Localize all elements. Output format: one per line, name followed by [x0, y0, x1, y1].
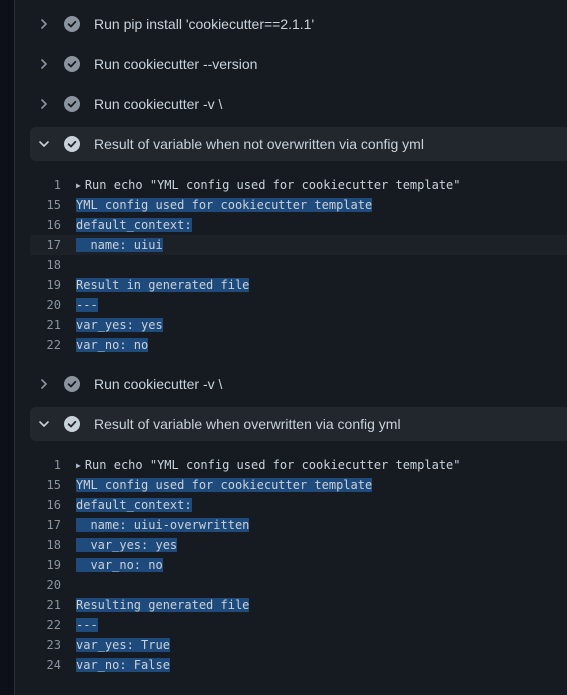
log-line[interactable]: 23 var_yes: True: [30, 635, 567, 655]
log-text: Run echo "YML config used for cookiecutt…: [84, 458, 461, 472]
step-pip-install[interactable]: Run pip install 'cookiecutter==2.1.1': [30, 7, 567, 41]
chevron-right-icon[interactable]: [36, 56, 52, 72]
log-line[interactable]: 19 Result in generated file: [30, 275, 567, 295]
log-line[interactable]: 17 name: uiui-overwritten: [30, 515, 567, 535]
log-line[interactable]: 20: [30, 575, 567, 595]
step-result-overwritten[interactable]: Result of variable when overwritten via …: [30, 407, 567, 441]
step-result-not-overwritten[interactable]: Result of variable when not overwritten …: [30, 127, 567, 161]
log-text: var_yes: yes: [76, 318, 163, 332]
log-line[interactable]: 21 Resulting generated file: [30, 595, 567, 615]
step-label: Run pip install 'cookiecutter==2.1.1': [94, 16, 315, 32]
line-number[interactable]: 1: [30, 458, 76, 472]
log-line[interactable]: 16 default_context:: [30, 215, 567, 235]
log-text: ---: [76, 618, 98, 632]
log-text: ---: [76, 298, 98, 312]
caret-right-icon[interactable]: ▶: [76, 461, 81, 470]
chevron-right-icon[interactable]: [36, 376, 52, 392]
line-number[interactable]: 15: [30, 478, 76, 492]
check-circle-icon: [64, 416, 80, 432]
step-cookiecutter-run-2[interactable]: Run cookiecutter -v \: [30, 367, 567, 401]
log-line[interactable]: 16 default_context:: [30, 495, 567, 515]
log-line[interactable]: 18: [30, 255, 567, 275]
line-number[interactable]: 15: [30, 198, 76, 212]
log-line[interactable]: 22 var_no: no: [30, 335, 567, 355]
line-number[interactable]: 21: [30, 598, 76, 612]
log-text: default_context:: [76, 498, 192, 512]
log-line[interactable]: 1 ▶ Run echo "YML config used for cookie…: [30, 455, 567, 475]
chevron-right-icon[interactable]: [36, 96, 52, 112]
log-text: name: uiui: [76, 238, 163, 252]
line-number[interactable]: 20: [30, 578, 76, 592]
chevron-down-icon[interactable]: [36, 136, 52, 152]
line-number[interactable]: 18: [30, 258, 76, 272]
line-number[interactable]: 17: [30, 518, 76, 532]
log-line[interactable]: 17 name: uiui: [30, 235, 567, 255]
log-text: default_context:: [76, 218, 192, 232]
step-label: Result of variable when overwritten via …: [94, 416, 401, 432]
step-label: Run cookiecutter -v \: [94, 376, 223, 392]
panel-divider: [14, 0, 15, 695]
line-number[interactable]: 22: [30, 618, 76, 632]
log-line[interactable]: 19 var_no: no: [30, 555, 567, 575]
log-text: Run echo "YML config used for cookiecutt…: [84, 178, 461, 192]
chevron-right-icon[interactable]: [36, 16, 52, 32]
check-circle-icon: [64, 376, 80, 392]
log-line[interactable]: 21 var_yes: yes: [30, 315, 567, 335]
step-cookiecutter-version[interactable]: Run cookiecutter --version: [30, 47, 567, 81]
line-number[interactable]: 21: [30, 318, 76, 332]
line-number[interactable]: 23: [30, 638, 76, 652]
log-text: var_yes: True: [76, 638, 170, 652]
log-text: Result in generated file: [76, 278, 250, 292]
log-line[interactable]: 1 ▶ Run echo "YML config used for cookie…: [30, 175, 567, 195]
step-label: Result of variable when not overwritten …: [94, 136, 424, 152]
log-line[interactable]: 15 YML config used for cookiecutter temp…: [30, 475, 567, 495]
log-line[interactable]: 20 ---: [30, 295, 567, 315]
log-line[interactable]: 18 var_yes: yes: [30, 535, 567, 555]
check-circle-icon: [64, 56, 80, 72]
step-log-not-overwritten: 1 ▶ Run echo "YML config used for cookie…: [30, 175, 567, 355]
line-number[interactable]: 20: [30, 298, 76, 312]
job-steps-panel: Run pip install 'cookiecutter==2.1.1' Ru…: [14, 0, 567, 695]
chevron-down-icon[interactable]: [36, 416, 52, 432]
line-number[interactable]: 24: [30, 658, 76, 672]
step-log-overwritten: 1 ▶ Run echo "YML config used for cookie…: [30, 455, 567, 675]
log-text: var_yes: yes: [76, 538, 178, 552]
line-number[interactable]: 1: [30, 178, 76, 192]
log-line[interactable]: 15 YML config used for cookiecutter temp…: [30, 195, 567, 215]
log-text: var_no: no: [76, 558, 163, 572]
check-circle-icon: [64, 136, 80, 152]
step-label: Run cookiecutter -v \: [94, 96, 223, 112]
log-text: name: uiui-overwritten: [76, 518, 250, 532]
log-line[interactable]: 24 var_no: False: [30, 655, 567, 675]
check-circle-icon: [64, 16, 80, 32]
check-circle-icon: [64, 96, 80, 112]
line-number[interactable]: 19: [30, 558, 76, 572]
line-number[interactable]: 17: [30, 238, 76, 252]
log-text: Resulting generated file: [76, 598, 250, 612]
log-line[interactable]: 22 ---: [30, 615, 567, 635]
caret-right-icon[interactable]: ▶: [76, 181, 81, 190]
line-number[interactable]: 19: [30, 278, 76, 292]
line-number[interactable]: 16: [30, 498, 76, 512]
log-text: var_no: no: [76, 338, 149, 352]
log-text: var_no: False: [76, 658, 170, 672]
line-number[interactable]: 16: [30, 218, 76, 232]
line-number[interactable]: 18: [30, 538, 76, 552]
log-text: YML config used for cookiecutter templat…: [76, 478, 373, 492]
log-text: YML config used for cookiecutter templat…: [76, 198, 373, 212]
step-cookiecutter-run-1[interactable]: Run cookiecutter -v \: [30, 87, 567, 121]
step-label: Run cookiecutter --version: [94, 56, 258, 72]
line-number[interactable]: 22: [30, 338, 76, 352]
